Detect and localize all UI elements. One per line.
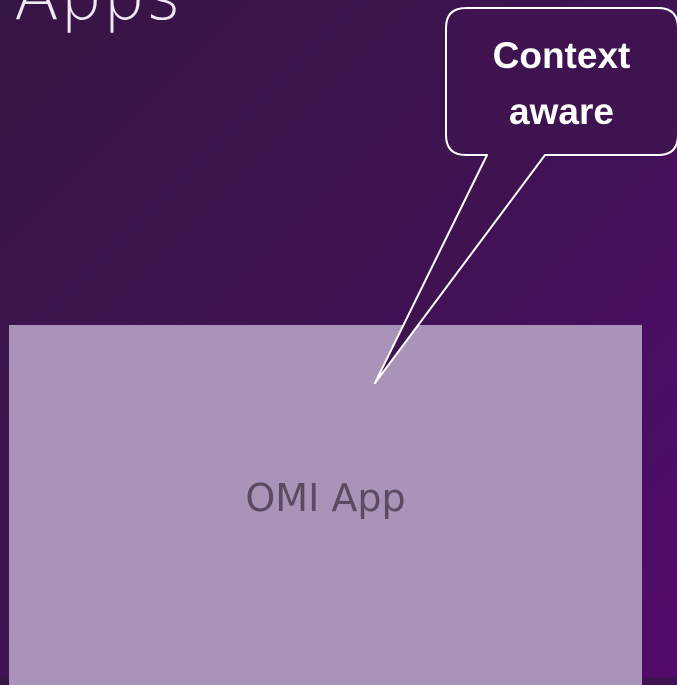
- callout-line-2: aware: [509, 91, 614, 132]
- slide-title: Apps: [14, 0, 181, 30]
- omi-app-box: OMI App: [9, 325, 642, 685]
- callout-line-1: Context: [492, 35, 631, 76]
- omi-app-label: OMI App: [245, 476, 406, 520]
- callout-text: Context aware: [446, 28, 677, 140]
